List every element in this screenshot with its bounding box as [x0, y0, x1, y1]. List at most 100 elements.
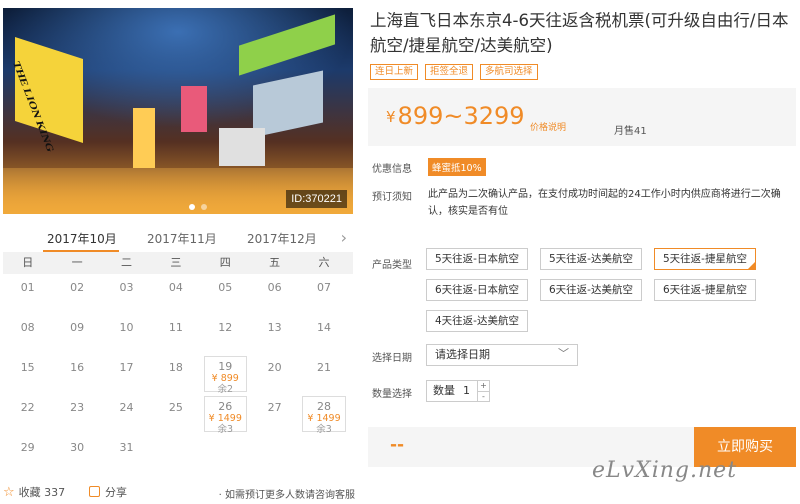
date-select-value: 请选择日期 [435, 348, 490, 361]
star-icon: ☆ [3, 485, 15, 500]
day-number: 03 [119, 281, 134, 294]
price-calendar: 日 一 二 三 四 五 六 01 02 03 04 05 06 07 08 09 10 11 12 13 14 15 16… [3, 252, 353, 474]
option-5d-jal[interactable]: 5天往返-日本航空 [426, 248, 528, 270]
day-number: 04 [168, 281, 183, 294]
weekday-label: 二 [120, 256, 132, 269]
carousel-dots[interactable] [189, 204, 207, 210]
calendar-day: 12 [201, 314, 250, 354]
option-6d-jetstar[interactable]: 6天往返-捷星航空 [654, 279, 756, 301]
day-number: 28 [317, 400, 332, 413]
calendar-day-available[interactable]: 26 ¥ 1499 余3 [203, 396, 247, 435]
image-billboard-yellow [133, 108, 155, 168]
calendar-day: 05 [201, 274, 250, 314]
day-number: 27 [267, 401, 282, 414]
calendar-grid: 01 02 03 04 05 06 07 08 09 10 11 12 13 14 15 16 17 18 19 ¥ … [3, 274, 353, 474]
option-6d-jal[interactable]: 6天往返-日本航空 [426, 279, 528, 301]
calendar-day: 01 [3, 274, 52, 314]
date-select[interactable]: 请选择日期 ﹀ [426, 344, 578, 366]
monthly-sales: 月售41 [614, 126, 647, 137]
calendar-day-available[interactable]: 19 ¥ 899 余2 [203, 356, 247, 395]
favorite-label: 收藏 [18, 486, 41, 499]
month-tabs: 2017年10月 2017年11月 2017年12月 › [3, 224, 353, 252]
calendar-day: 24 [102, 394, 151, 434]
day-remaining: 余2 [217, 384, 234, 395]
day-number: 26 [218, 400, 233, 413]
day-number: 18 [168, 361, 183, 374]
image-id-badge: ID:370221 [286, 190, 347, 208]
day-number: 15 [20, 361, 35, 374]
option-5d-jetstar[interactable]: 5天往返-捷星航空 [654, 248, 756, 270]
calendar-day: 04 [151, 274, 200, 314]
calendar-day: 21 [299, 354, 348, 394]
image-billboard-white [219, 128, 265, 166]
calendar-day: 20 [250, 354, 299, 394]
calendar-day: 17 [102, 354, 151, 394]
price-box: ¥899~3299 价格说明 月售41 [368, 88, 796, 146]
footer-actions: ☆ 收藏 337 分享 · 如需预订更多人数请咨询客服 [3, 482, 355, 502]
notice-label: 预订须知 [372, 192, 412, 203]
product-image-carousel[interactable]: THE LION KING ID:370221 [3, 8, 353, 214]
weekday-label: 六 [318, 256, 330, 269]
option-4d-delta[interactable]: 4天往返-达美航空 [426, 310, 528, 332]
carousel-dot[interactable] [189, 204, 195, 210]
image-billboard-pink [181, 86, 207, 132]
price-note-link[interactable]: 价格说明 [530, 120, 566, 133]
product-title: 上海直飞日本东京4-6天往返含税机票(可升级自由行/日本航空/捷星航空/达美航空… [370, 11, 789, 55]
calendar-day: 30 [52, 434, 101, 474]
calendar-day-available[interactable]: 28 ¥ 1499 余3 [302, 396, 346, 435]
quantity-stepper[interactable]: 数量 1 + - [426, 380, 490, 402]
weekday-label: 四 [219, 256, 231, 269]
calendar-day: 09 [52, 314, 101, 354]
price-range: ¥899~3299 [386, 102, 525, 130]
day-number: 16 [70, 361, 85, 374]
weekday-label: 一 [71, 256, 83, 269]
booking-notice: 此产品为二次确认产品，在支付成功时间起的24工作小时内供应商将进行二次确认，核实… [428, 189, 781, 217]
day-number: 11 [168, 321, 183, 334]
favorite-count: 337 [44, 486, 66, 499]
option-5d-delta[interactable]: 5天往返-达美航空 [540, 248, 642, 270]
calendar-day: 08 [3, 314, 52, 354]
share-button[interactable]: 分享 [89, 484, 127, 500]
day-number: 30 [70, 441, 85, 454]
day-number: 01 [20, 281, 35, 294]
day-number: 13 [267, 321, 282, 334]
tab-month-nov[interactable]: 2017年11月 [147, 230, 217, 247]
day-number: 20 [267, 361, 282, 374]
calendar-day: 25 [151, 394, 200, 434]
chevron-right-icon[interactable]: › [341, 228, 347, 247]
site-watermark: eLvXing.net [592, 458, 738, 483]
day-number: 24 [119, 401, 134, 414]
calendar-day: 31 [102, 434, 151, 474]
day-remaining: 余3 [316, 424, 332, 435]
day-number: 08 [20, 321, 35, 334]
option-6d-delta[interactable]: 6天往返-达美航空 [540, 279, 642, 301]
carousel-dot[interactable] [201, 204, 207, 210]
calendar-day: 10 [102, 314, 151, 354]
total-price: -- [390, 435, 405, 455]
day-number: 19 [218, 360, 233, 373]
day-number: 21 [317, 361, 332, 374]
calendar-day: 07 [299, 274, 348, 314]
increment-button[interactable]: + [478, 381, 489, 391]
calendar-day: 23 [52, 394, 101, 434]
day-number: 29 [20, 441, 35, 454]
weekday-label: 五 [269, 256, 281, 269]
favorite-button[interactable]: ☆ 收藏 337 [3, 484, 65, 500]
weekday-label: 日 [22, 256, 34, 269]
tab-month-dec[interactable]: 2017年12月 [247, 230, 317, 247]
share-icon [89, 486, 100, 497]
calendar-day: 15 [3, 354, 52, 394]
calendar-day: 14 [299, 314, 348, 354]
quantity-value: 1 [463, 384, 470, 397]
type-label: 产品类型 [372, 260, 412, 271]
tab-month-oct[interactable]: 2017年10月 [47, 230, 117, 247]
day-number: 12 [218, 321, 233, 334]
decrement-button[interactable]: - [478, 391, 489, 401]
day-number: 06 [267, 281, 282, 294]
day-number: 14 [317, 321, 332, 334]
calendar-day: 13 [250, 314, 299, 354]
day-number: 17 [119, 361, 134, 374]
day-number: 23 [70, 401, 85, 414]
feature-tag: 连日上新 [370, 64, 419, 80]
day-number: 31 [119, 441, 134, 454]
